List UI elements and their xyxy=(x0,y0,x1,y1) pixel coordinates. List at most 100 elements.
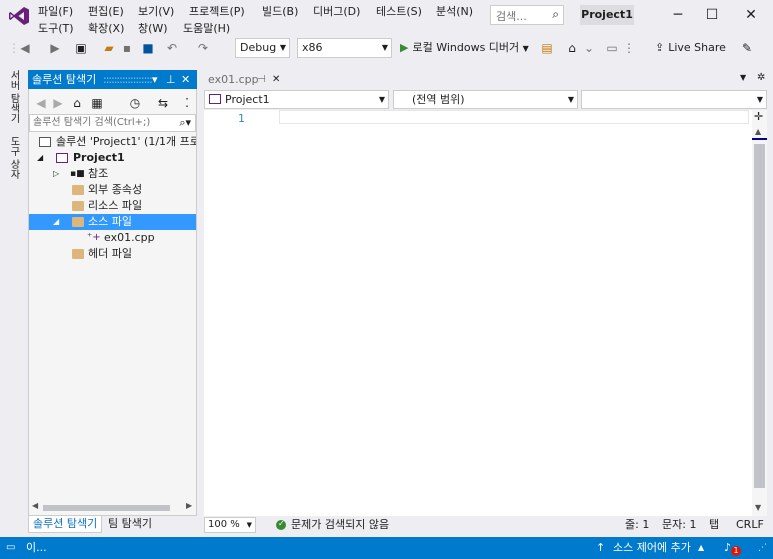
menu-view[interactable]: 보기(V) xyxy=(138,3,174,19)
pin-icon[interactable]: ⊣ xyxy=(257,70,266,89)
home-icon[interactable]: ⌂ xyxy=(70,94,84,112)
history-icon[interactable]: ◷ xyxy=(128,94,142,112)
menu-tools[interactable]: 도구(T) xyxy=(38,20,74,36)
switch-views-icon[interactable]: ▦ xyxy=(90,94,104,112)
bell-icon[interactable]: ♪ xyxy=(724,537,731,559)
char-indicator[interactable]: 문자: 1 xyxy=(662,516,696,534)
comment-icon[interactable]: ▭ xyxy=(605,39,619,57)
window-position-icon[interactable]: ▾ xyxy=(152,70,158,89)
folder-icon xyxy=(72,217,84,227)
start-debugging-button[interactable]: ▶ 로컬 Windows 디버거 ▼ xyxy=(400,39,529,57)
menu-debug[interactable]: 디버그(D) xyxy=(313,3,360,19)
sync-icon[interactable]: ⇆ xyxy=(156,94,170,112)
forward-icon[interactable]: ▶ xyxy=(48,39,62,57)
solution-view-icon[interactable]: ⌂ xyxy=(565,39,579,57)
maximize-button[interactable]: ☐ xyxy=(697,4,727,26)
tab-label: ex01.cpp xyxy=(208,73,259,86)
menu-extensions[interactable]: 확장(X) xyxy=(88,20,124,36)
back-icon[interactable]: ◀ xyxy=(35,94,47,112)
save-all-icon[interactable]: ■ xyxy=(140,39,156,57)
menu-window[interactable]: 창(W) xyxy=(138,20,168,36)
scrollbar-thumb[interactable] xyxy=(43,505,170,511)
save-icon[interactable]: ▪ xyxy=(120,39,134,57)
menu-build[interactable]: 빌드(B) xyxy=(262,3,298,19)
redo-icon[interactable]: ↷ xyxy=(196,39,210,57)
eol-indicator[interactable]: CRLF xyxy=(736,516,764,534)
tree-item-project[interactable]: ◢ Project1 xyxy=(29,150,196,166)
scroll-up-icon[interactable]: ▲ xyxy=(755,127,761,136)
toolbox-tab[interactable]: 도구 상자 xyxy=(6,136,21,179)
menu-analyze[interactable]: 분석(N) xyxy=(436,3,473,19)
expanded-arrow-icon[interactable]: ◢ xyxy=(53,214,59,230)
zoom-dropdown[interactable]: 100 % ▼ xyxy=(204,517,256,533)
tree-item-source-files[interactable]: ◢ 소스 파일 xyxy=(29,214,196,230)
line-indicator[interactable]: 줄: 1 xyxy=(625,516,649,534)
notification-badge: 1 xyxy=(731,546,741,556)
menu-edit[interactable]: 편집(E) xyxy=(88,3,124,19)
uncomment-icon[interactable]: ⋮ xyxy=(622,39,636,57)
document-tab-ex01[interactable]: ex01.cpp ⊣ ✕ xyxy=(204,70,286,89)
tree-item-solution[interactable]: 솔루션 'Project1' (1/1개 프로젝트) xyxy=(29,134,196,150)
settings-icon[interactable]: ✲ xyxy=(757,72,765,83)
undo-icon[interactable]: ↶ xyxy=(165,39,179,57)
tree-item-resource-files[interactable]: 리소스 파일 xyxy=(29,198,196,214)
message-icon: ▭ xyxy=(6,542,16,553)
search-box[interactable]: 검색... ⌕ xyxy=(490,5,564,25)
pin-icon[interactable]: ⊥ xyxy=(166,70,176,89)
tab-team-explorer[interactable]: 팀 탐색기 xyxy=(104,516,156,532)
issues-status[interactable]: 문제가 검색되지 않음 xyxy=(291,516,389,534)
tab-list-icon[interactable]: ▼ xyxy=(740,73,746,82)
expanded-arrow-icon[interactable]: ◢ xyxy=(37,150,43,166)
tree-item-label: 참조 xyxy=(88,167,109,180)
resize-grip-icon[interactable]: ⋰ xyxy=(758,537,767,559)
tree-item-external-deps[interactable]: 외부 종속성 xyxy=(29,182,196,198)
tab-solution-explorer[interactable]: 솔루션 탐색기 xyxy=(28,516,103,533)
solution-explorer-header: 솔루션 탐색기 :::::::::::::::::: ▾ ⊥ ✕ xyxy=(28,70,197,89)
tree-item-ex01-cpp[interactable]: ⁺+ ex01.cpp xyxy=(29,230,196,246)
forward-icon[interactable]: ▶ xyxy=(52,94,64,112)
tree-item-references[interactable]: ▷ ▪■ 참조 xyxy=(29,166,196,182)
add-to-source-control-button[interactable]: 소스 제어에 추가 xyxy=(613,537,691,559)
feedback-icon[interactable]: ✎ xyxy=(740,39,754,57)
more-icon[interactable]: ⁚ xyxy=(182,94,192,112)
live-share-button[interactable]: ⇪ Live Share xyxy=(655,39,726,57)
drag-grip[interactable]: :::::::::::::::::: xyxy=(103,70,153,89)
menu-test[interactable]: 테스트(S) xyxy=(376,3,422,19)
caret-position-marker xyxy=(752,138,767,140)
browse-icon[interactable]: ▤ xyxy=(540,39,554,57)
current-line-highlight xyxy=(279,110,749,124)
collapsed-arrow-icon[interactable]: ▷ xyxy=(53,166,59,182)
minimize-button[interactable]: ─ xyxy=(663,4,693,26)
chevron-down-icon: ▼ xyxy=(381,43,388,52)
menu-project[interactable]: 프로젝트(P) xyxy=(189,3,245,19)
tab-indicator[interactable]: 탭 xyxy=(709,516,719,534)
scroll-down-icon[interactable]: ▼ xyxy=(755,503,761,512)
project-nav-dropdown[interactable]: Project1 ▼ xyxy=(204,90,389,109)
horizontal-scrollbar[interactable]: ◀ ▶ xyxy=(29,501,196,515)
tree-item-header-files[interactable]: 헤더 파일 xyxy=(29,246,196,262)
new-project-icon[interactable]: ▣ xyxy=(72,39,90,57)
menu-help[interactable]: 도움말(H) xyxy=(183,20,230,36)
scrollbar-thumb[interactable] xyxy=(754,144,765,488)
close-icon[interactable]: ✕ xyxy=(181,70,190,89)
check-mark: ✓ xyxy=(278,519,285,528)
search-placeholder: 검색... xyxy=(496,10,527,23)
toolbar-options-icon[interactable]: ⌄ xyxy=(583,39,595,57)
scroll-right-icon[interactable]: ▶ xyxy=(186,501,192,510)
menu-file[interactable]: 파일(F) xyxy=(38,3,73,19)
split-editor-icon[interactable]: ✛ xyxy=(754,110,763,123)
scope-nav-dropdown[interactable]: (전역 범위) ▼ xyxy=(393,90,578,109)
solution-config-dropdown[interactable]: Debug ▼ xyxy=(235,38,290,58)
close-icon[interactable]: ✕ xyxy=(272,70,280,89)
close-button[interactable]: ✕ xyxy=(736,4,766,26)
arrow-up-icon: ↑ xyxy=(596,541,606,554)
solution-search-input[interactable]: 솔루션 탐색기 검색(Ctrl+;) ⌕▾ xyxy=(29,114,196,132)
back-icon[interactable]: ◀ xyxy=(18,39,32,57)
live-share-label: Live Share xyxy=(668,41,726,54)
server-explorer-tab[interactable]: 서버 탐색기 xyxy=(6,70,21,123)
code-editor[interactable] xyxy=(204,110,752,516)
open-file-icon[interactable]: ▰ xyxy=(101,39,117,57)
scroll-left-icon[interactable]: ◀ xyxy=(32,501,38,510)
platform-dropdown[interactable]: x86 ▼ xyxy=(297,38,392,58)
member-nav-dropdown[interactable]: ▼ xyxy=(581,90,767,109)
